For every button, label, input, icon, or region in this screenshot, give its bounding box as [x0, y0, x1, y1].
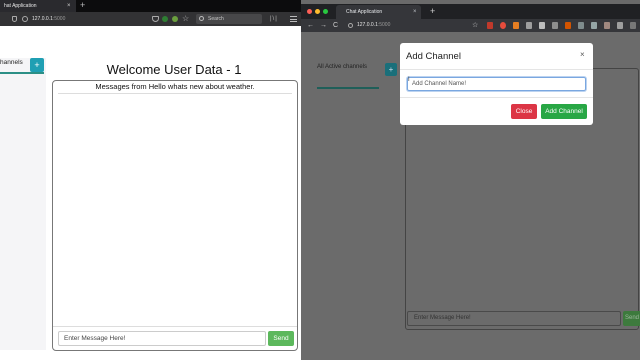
right-message-placeholder: Enter Message Here!	[414, 315, 471, 321]
left-nav-bar: 127.0.0.1:5000 ☆ Search |\|	[0, 12, 301, 26]
messages-header: Messages from Hello whats new about weat…	[95, 82, 255, 91]
left-tab-close-icon[interactable]: ×	[67, 0, 71, 12]
shield-icon[interactable]	[12, 16, 17, 22]
left-page-content: hannels + Welcome User Data - 1 Messages…	[0, 26, 301, 360]
right-address-bar[interactable]: 127.0.0.1:5000	[357, 19, 390, 32]
left-tab-chat-application[interactable]: hat Application	[0, 0, 76, 12]
extension-icon-2[interactable]	[172, 16, 178, 22]
extension-icon-3[interactable]	[513, 22, 519, 29]
back-arrow-icon[interactable]: ←	[307, 19, 314, 32]
modal-header-divider	[400, 69, 593, 70]
window-maximize-icon[interactable]	[323, 9, 328, 14]
right-message-input[interactable]: Enter Message Here!	[407, 311, 621, 326]
left-send-button[interactable]: Send	[268, 331, 294, 346]
messages-footer-divider	[53, 326, 297, 327]
extension-icon-6[interactable]	[552, 22, 558, 29]
left-messages-panel: Messages from Hello whats new about weat…	[52, 80, 298, 351]
right-browser-window: Chat Application × + ← → C 127.0.0.1:500…	[301, 0, 640, 360]
left-new-tab-icon[interactable]: +	[80, 0, 85, 11]
left-channels-label: hannels	[0, 59, 23, 66]
extension-icon-5[interactable]	[539, 22, 545, 29]
extension-icon-1[interactable]	[487, 22, 493, 29]
right-tab-bar: Chat Application × +	[301, 4, 640, 19]
channel-name-input[interactable]: Add Channel Name!	[407, 77, 586, 91]
extension-icon-11[interactable]	[617, 22, 623, 29]
messages-header-divider	[58, 93, 292, 94]
right-new-tab-icon[interactable]: +	[430, 4, 435, 19]
left-address-bar[interactable]: 127.0.0.1:5000	[32, 12, 65, 26]
text-cursor-icon: I	[408, 77, 410, 83]
extension-icon[interactable]	[162, 16, 168, 22]
left-search-box[interactable]: Search	[196, 14, 262, 24]
modal-footer-divider	[400, 97, 593, 98]
library-icon[interactable]: |\|	[270, 12, 278, 26]
right-channels-label: All Active channels	[317, 64, 368, 70]
right-tab-close-icon[interactable]: ×	[413, 5, 417, 19]
hamburger-menu-icon[interactable]	[290, 16, 297, 22]
bookmark-star-icon[interactable]: ☆	[472, 19, 478, 32]
site-info-icon[interactable]	[348, 23, 353, 28]
channel-name-placeholder: Add Channel Name!	[412, 81, 467, 87]
left-channels-underline	[0, 72, 44, 74]
left-search-placeholder: Search	[208, 16, 224, 22]
right-send-button[interactable]: Send	[623, 311, 640, 326]
modal-add-channel-button[interactable]: Add Channel	[541, 104, 587, 119]
right-add-channel-button[interactable]: +	[385, 63, 397, 76]
right-tab-title: Chat Application	[346, 9, 383, 15]
extension-icon-12[interactable]	[630, 22, 636, 29]
left-message-input[interactable]: Enter Message Here!	[58, 331, 266, 346]
extension-icon-4[interactable]	[526, 22, 532, 29]
modal-close-icon[interactable]: ×	[580, 50, 585, 60]
left-tab-bar: hat Application × +	[0, 0, 301, 12]
right-url-port: :5000	[377, 22, 391, 28]
bookmark-star-icon[interactable]: ☆	[182, 12, 189, 26]
info-icon[interactable]	[22, 16, 28, 22]
extension-icon-7[interactable]	[565, 22, 571, 29]
left-sidebar	[0, 58, 46, 350]
right-tab-chat-application[interactable]: Chat Application	[336, 5, 421, 19]
page-title: Welcome User Data - 1	[106, 62, 242, 77]
extension-icon-2[interactable]	[500, 22, 506, 29]
extension-icon-9[interactable]	[591, 22, 597, 29]
left-browser-window: hat Application × + 127.0.0.1:5000 ☆ Sea…	[0, 0, 301, 360]
window-minimize-icon[interactable]	[315, 9, 320, 14]
left-url-port: :5000	[52, 16, 66, 22]
right-url-host: 127.0.0.1	[357, 22, 378, 28]
right-channels-underline	[317, 87, 379, 89]
left-add-channel-button[interactable]: +	[30, 58, 44, 72]
forward-arrow-icon[interactable]: →	[320, 19, 327, 32]
desktop: hat Application × + 127.0.0.1:5000 ☆ Sea…	[0, 0, 640, 360]
modal-close-button[interactable]: Close	[511, 104, 537, 119]
left-message-placeholder: Enter Message Here!	[64, 335, 126, 342]
window-close-icon[interactable]	[307, 9, 312, 14]
search-icon	[199, 16, 204, 21]
add-channel-modal: Add Channel × Add Channel Name! I Close …	[400, 43, 593, 125]
left-url-host: 127.0.0.1	[32, 16, 53, 22]
right-toolbar: ← → C 127.0.0.1:5000 ☆	[301, 19, 640, 32]
reload-icon[interactable]: C	[333, 19, 338, 32]
left-tab-title: hat Application	[4, 3, 37, 9]
extension-icon-8[interactable]	[578, 22, 584, 29]
extension-icon-10[interactable]	[604, 22, 610, 29]
pocket-icon[interactable]	[152, 16, 159, 22]
modal-title: Add Channel	[406, 51, 461, 62]
